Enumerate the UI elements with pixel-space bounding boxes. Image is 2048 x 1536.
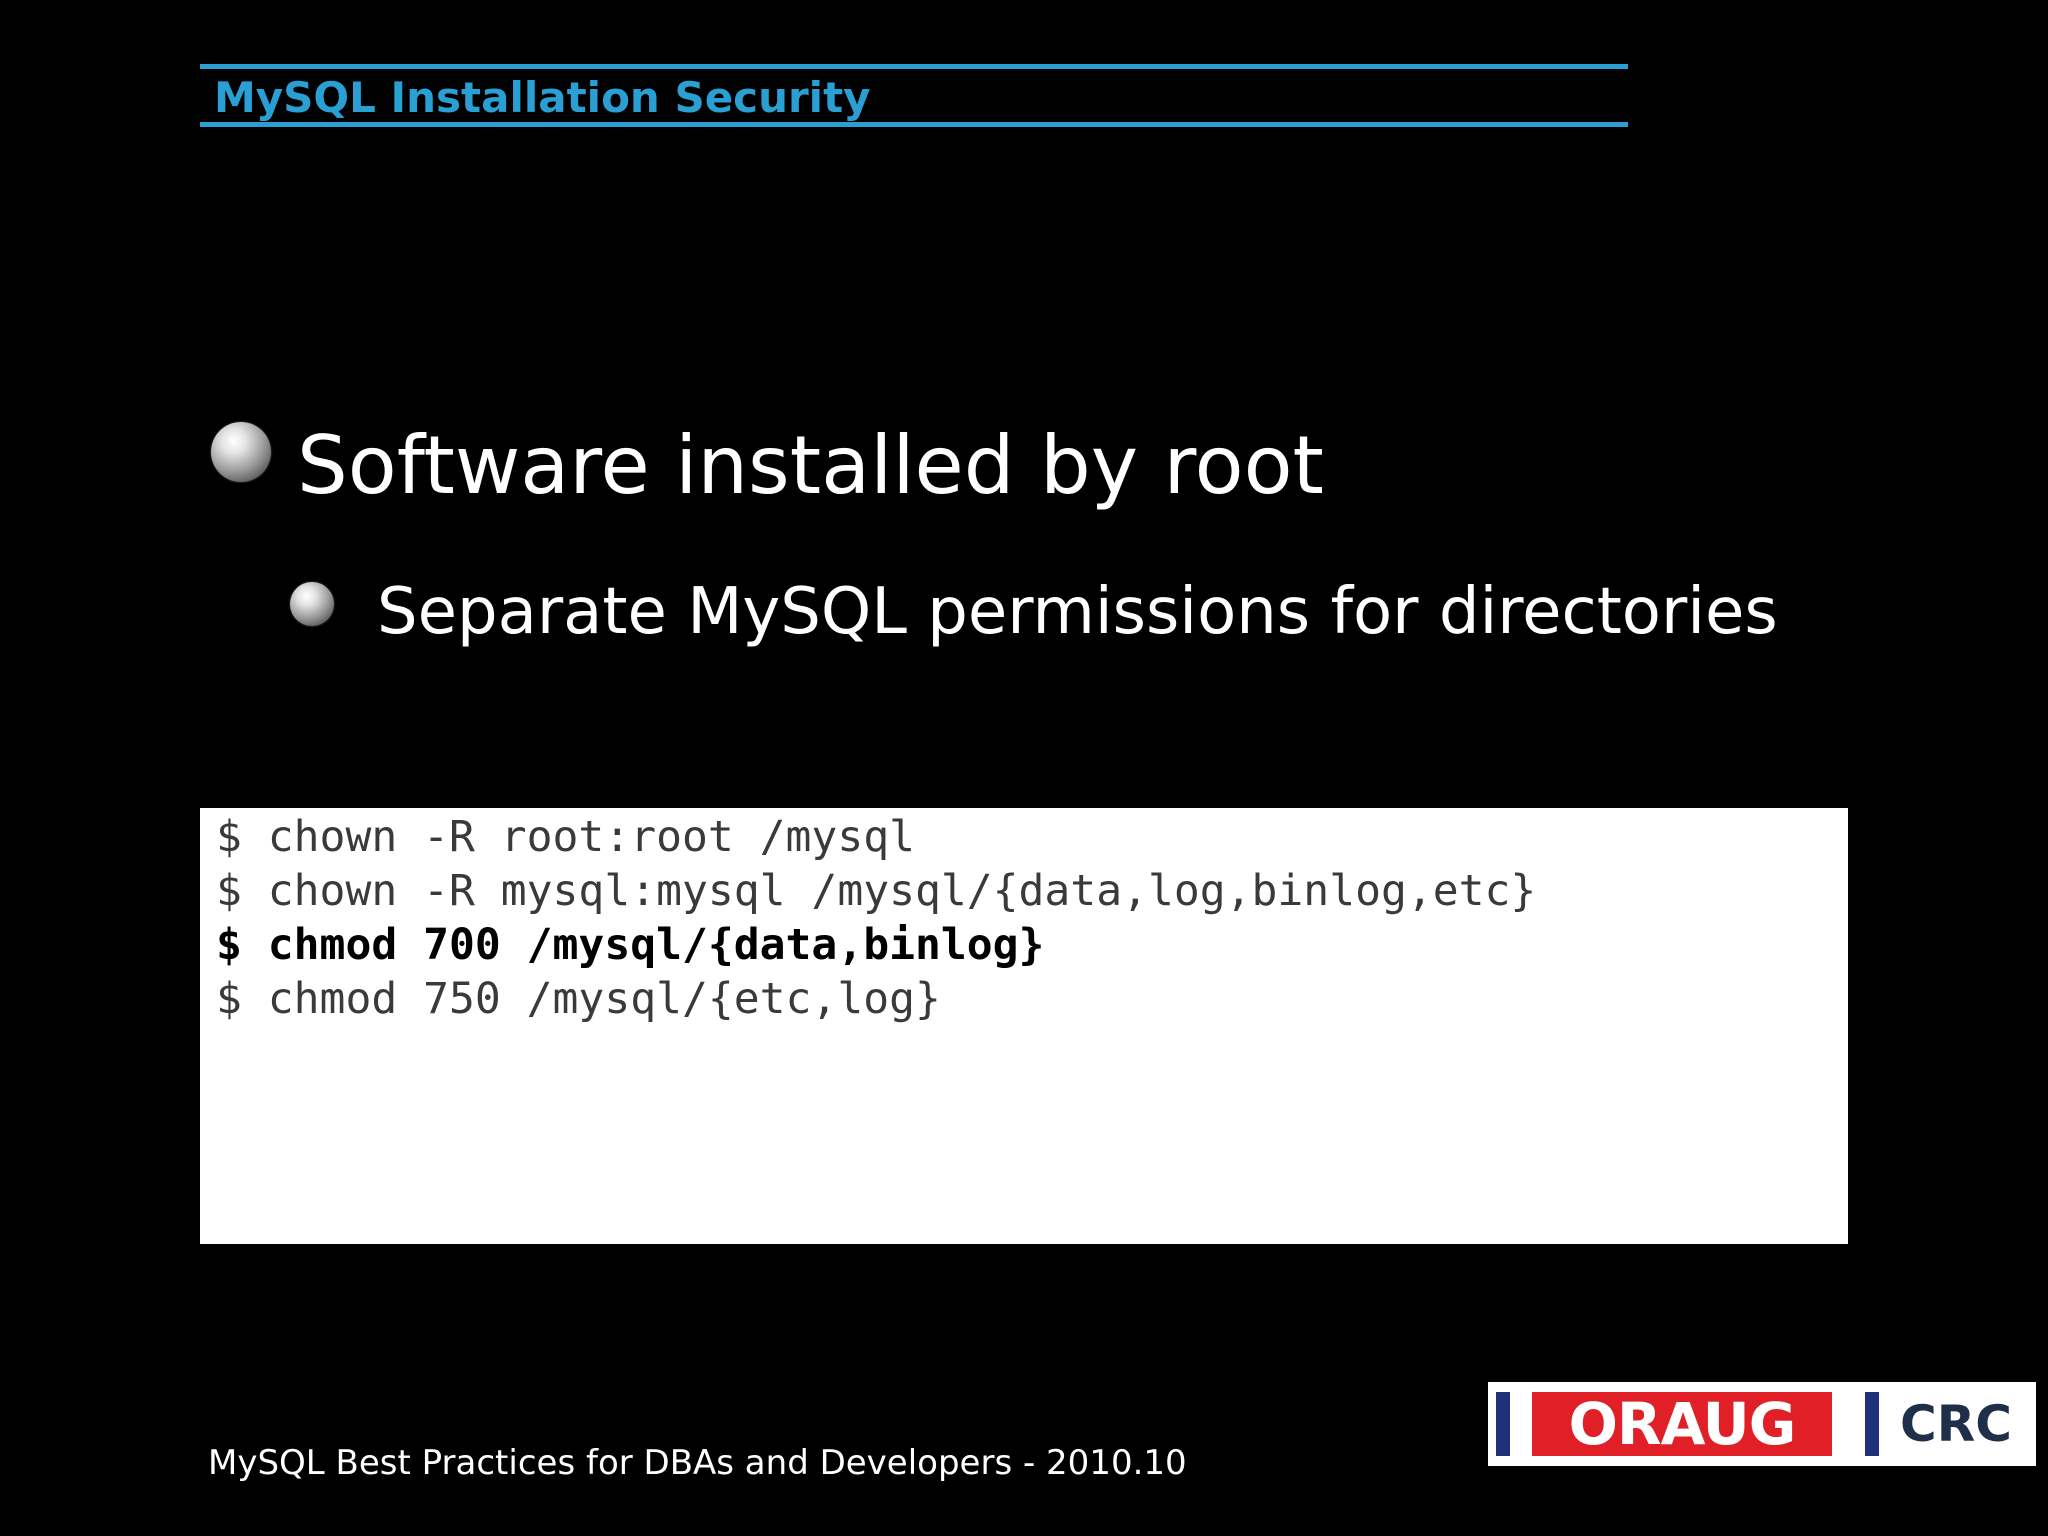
logo-oraug-text: ORAUG	[1532, 1392, 1832, 1456]
bullet-level-1: Software installed by root	[297, 419, 1324, 512]
logo-crc-text: CRC	[1900, 1395, 2012, 1453]
logo-bar-mid	[1865, 1392, 1879, 1456]
slide-title: MySQL Installation Security	[214, 73, 871, 122]
code-line-2: $ chown -R mysql:mysql /mysql/{data,log,…	[216, 866, 1537, 916]
slide-title-bar: MySQL Installation Security	[200, 64, 1628, 127]
code-block: $ chown -R root:root /mysql $ chown -R m…	[200, 808, 1848, 1244]
code-line-1: $ chown -R root:root /mysql	[216, 812, 915, 862]
bullet-level-2: Separate MySQL permissions for directori…	[377, 575, 1778, 649]
logo-bar-left	[1496, 1392, 1510, 1456]
bullet-sphere-icon	[211, 422, 271, 482]
code-line-4: $ chmod 750 /mysql/{etc,log}	[216, 974, 941, 1024]
slide-footer: MySQL Best Practices for DBAs and Develo…	[208, 1443, 1187, 1483]
oraug-crc-logo: ORAUG CRC	[1488, 1382, 2036, 1466]
sub-bullet-sphere-icon	[290, 582, 334, 626]
code-line-3: $ chmod 700 /mysql/{data,binlog}	[216, 920, 1045, 970]
